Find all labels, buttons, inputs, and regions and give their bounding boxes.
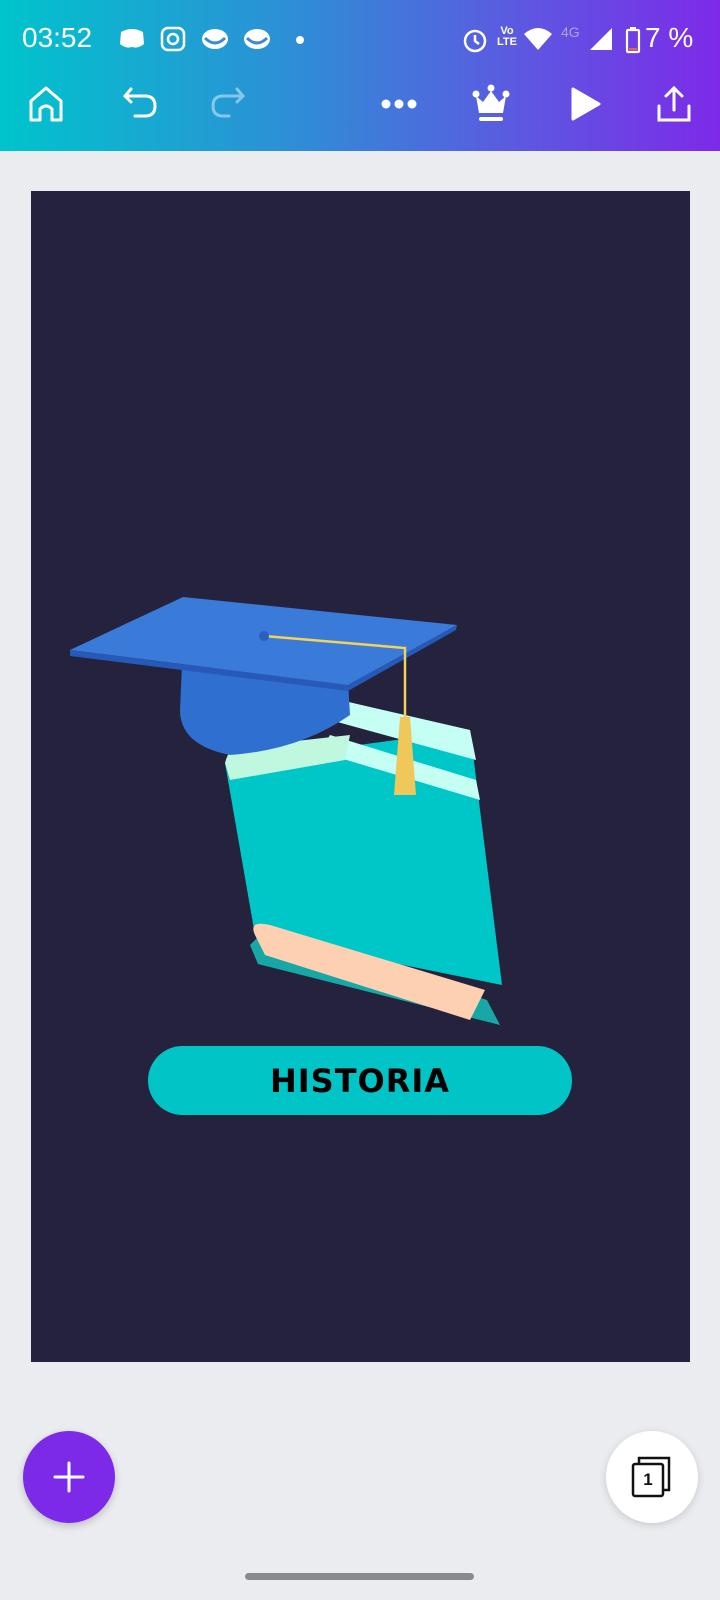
add-element-button[interactable] <box>23 1431 115 1523</box>
play-button[interactable] <box>563 82 607 126</box>
share-icon <box>657 85 691 122</box>
premium-button[interactable] <box>469 82 513 126</box>
instagram-icon <box>160 26 186 52</box>
battery-percent: 7 % <box>645 22 694 53</box>
network-type: 4G <box>561 24 580 40</box>
discord-icon <box>120 29 144 48</box>
status-bar: 03:52 Vo LTE 4G 7 % <box>0 20 720 60</box>
design-canvas[interactable]: HISTORIA <box>31 191 690 1362</box>
historia-label: HISTORIA <box>269 1061 451 1100</box>
messenger-icon <box>244 29 270 49</box>
share-button[interactable] <box>652 82 696 126</box>
plus-icon <box>53 1461 85 1493</box>
alarm-icon <box>463 29 487 53</box>
home-icon <box>29 86 63 122</box>
messenger-icon <box>202 29 228 49</box>
redo-button[interactable] <box>206 82 250 126</box>
pages-button[interactable]: 1 <box>606 1431 698 1523</box>
undo-icon <box>122 87 157 118</box>
volte-label: Vo LTE <box>497 25 517 48</box>
historia-button[interactable]: HISTORIA <box>148 1046 572 1115</box>
top-bar: 03:52 Vo LTE 4G 7 % <box>0 0 720 151</box>
dot-icon <box>296 36 304 44</box>
home-button[interactable] <box>24 82 68 126</box>
more-button[interactable] <box>377 82 421 126</box>
graduation-cap-book-illustration[interactable] <box>31 191 690 1051</box>
play-icon <box>571 87 601 121</box>
redo-icon <box>211 87 246 118</box>
gesture-home-bar[interactable] <box>245 1573 474 1580</box>
more-icon <box>381 99 417 109</box>
status-time: 03:52 <box>22 22 93 53</box>
signal-icon <box>590 28 612 50</box>
page-count: 1 <box>643 1470 653 1489</box>
crown-icon <box>472 84 510 121</box>
undo-button[interactable] <box>118 82 162 126</box>
wifi-icon <box>524 28 552 50</box>
battery-icon <box>625 27 641 54</box>
